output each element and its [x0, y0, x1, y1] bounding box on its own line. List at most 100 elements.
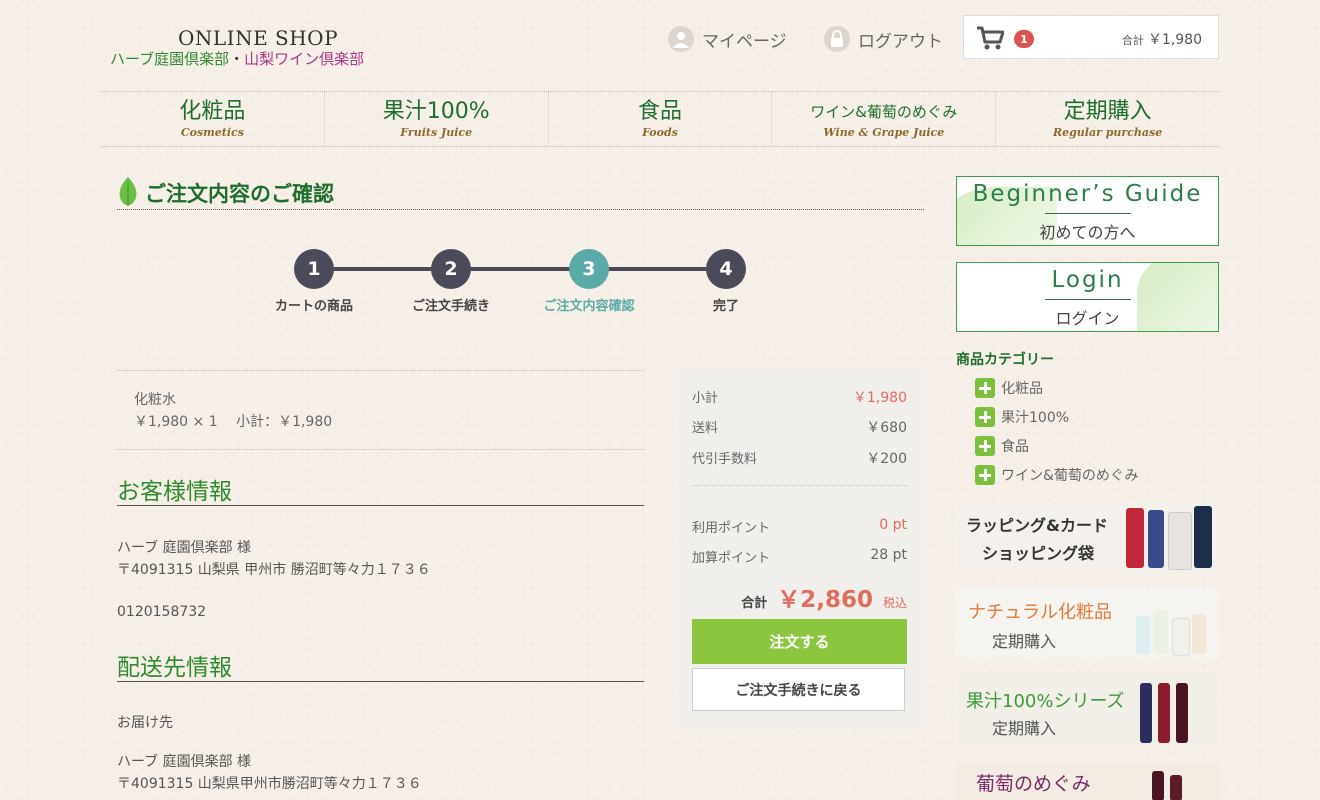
nav-regular-purchase[interactable]: 定期購入 Regular purchase: [996, 92, 1219, 146]
wrapping-banner[interactable]: ラッピング&カード ショッピング袋: [956, 502, 1218, 572]
juice-banner-line1: 果汁100%シリーズ: [966, 691, 1125, 712]
logout-link[interactable]: ログアウト: [824, 24, 943, 54]
category-label: 化粧品: [1001, 381, 1043, 397]
used-points-label: 利用ポイント: [692, 521, 771, 536]
login-banner[interactable]: Login ログイン: [956, 262, 1219, 332]
cart-total-label: 合計: [1121, 34, 1144, 47]
order-summary: 小計 ￥1,980 送料 ￥680 代引手数料 ￥200 利用ポイント 0 pt 加算ポ…: [676, 370, 922, 730]
cod-fee-value: ￥200: [866, 451, 907, 467]
wrapping-banner-line1: ラッピング&カード: [966, 516, 1108, 535]
step-2-label: ご注文手続き: [411, 299, 490, 314]
delivery-title-text: 配送先情報: [117, 655, 232, 681]
nav-sublabel: Foods: [642, 126, 678, 139]
step-3-circle: 3: [569, 249, 609, 289]
back-to-checkout-button[interactable]: ご注文手続きに戻る: [692, 668, 905, 711]
shop-title[interactable]: ONLINE SHOP: [178, 26, 338, 50]
total-label: 合計: [741, 596, 768, 611]
gift-box-white: [1168, 512, 1192, 570]
nav-sublabel: Regular purchase: [1052, 126, 1163, 139]
cart-total: 合計 ￥1,980: [1122, 29, 1202, 49]
user-icon: [668, 26, 694, 52]
cosmetics-bottle: [1172, 618, 1190, 656]
step-1-circle: 1: [294, 249, 334, 289]
total-row: 合計 ￥2,860 税込: [692, 580, 907, 614]
customer-section-title: お客様情報: [117, 472, 644, 506]
brand-wine: 山梨ワイン倶楽部: [244, 50, 365, 68]
mypage-link[interactable]: マイページ: [668, 24, 787, 54]
brand-separator: ・: [229, 50, 245, 68]
delivery-address: 〒4091315 山梨県甲州市勝沼町等々力１７３６: [117, 776, 422, 792]
order-item: 化粧水 ￥1,980 × 1 小計：￥1,980: [117, 370, 644, 450]
nav-sublabel: Wine & Grape Juice: [823, 126, 945, 139]
nav-label: ワイン&葡萄のめぐみ: [810, 103, 958, 121]
category-wine-grape[interactable]: ワイン&葡萄のめぐみ: [975, 464, 1138, 486]
item-name: 化粧水: [134, 392, 176, 408]
plus-icon: [975, 436, 995, 456]
wine-bottle: [1152, 771, 1164, 800]
cosmetics-banner-line2: 定期購入: [992, 632, 1057, 651]
main-nav: 化粧品 Cosmetics 果汁100% Fruits Juice 食品 Foods …: [101, 91, 1219, 147]
gift-box-blue: [1148, 510, 1164, 568]
lock-icon: [824, 26, 850, 52]
cosmetics-bottle: [1154, 610, 1168, 654]
stepper-line: [314, 267, 726, 271]
page-title: ご注文内容のご確認: [117, 176, 924, 210]
step-3-label: ご注文内容確認: [543, 299, 635, 314]
step-4-label: 完了: [712, 299, 739, 314]
shipping-row: 送料 ￥680: [692, 417, 907, 437]
nav-label: 果汁100%: [382, 99, 490, 124]
customer-address: 〒4091315 山梨県 甲州市 勝沼町等々力１７３６: [117, 562, 431, 578]
delivery-section-title: 配送先情報: [117, 648, 644, 682]
step-2-circle: 2: [431, 249, 471, 289]
natural-cosmetics-banner[interactable]: ナチュラル化粧品 定期購入: [956, 588, 1218, 658]
category-cosmetics[interactable]: 化粧品: [975, 377, 1043, 399]
shop-brand-names[interactable]: ハーブ庭園倶楽部・山梨ワイン倶楽部: [110, 48, 364, 69]
login-title-en: Login: [1051, 267, 1124, 293]
cod-fee-label: 代引手数料: [692, 452, 758, 467]
category-fruits-juice[interactable]: 果汁100%: [975, 406, 1069, 428]
place-order-button[interactable]: 注文する: [692, 619, 907, 664]
juice-bottle: [1140, 683, 1152, 743]
wine-bottle: [1170, 775, 1182, 800]
plus-icon: [975, 407, 995, 427]
logout-label: ログアウト: [858, 31, 943, 52]
nav-fruits-juice[interactable]: 果汁100% Fruits Juice: [325, 92, 549, 146]
juice-series-banner[interactable]: 果汁100%シリーズ 定期購入: [956, 675, 1218, 745]
gift-box-red: [1126, 508, 1144, 568]
used-points-row: 利用ポイント 0 pt: [692, 517, 907, 536]
customer-title-text: お客様情報: [117, 479, 232, 505]
nav-foods[interactable]: 食品 Foods: [549, 92, 773, 146]
category-label: 果汁100%: [1001, 410, 1070, 426]
gift-box-navy: [1194, 506, 1212, 568]
plus-icon: [975, 378, 995, 398]
category-label: 食品: [1001, 439, 1029, 455]
guide-title-en: Beginner’s Guide: [972, 181, 1203, 207]
shipping-value: ￥680: [866, 420, 907, 436]
category-foods[interactable]: 食品: [975, 435, 1029, 457]
cart-count-badge: 1: [1014, 30, 1034, 48]
nav-label: 化粧品: [179, 99, 246, 124]
cosmetics-bottle: [1192, 614, 1206, 654]
beginners-guide-banner[interactable]: Beginner’s Guide 初めての方へ: [956, 176, 1219, 246]
step-1-label: カートの商品: [274, 299, 353, 314]
subtotal-label: 小計: [692, 391, 719, 406]
grape-banner[interactable]: 葡萄のめぐみ: [956, 761, 1218, 800]
customer-phone: 0120158732: [117, 604, 207, 620]
cosmetics-bottle: [1136, 616, 1150, 654]
nav-wine-grape[interactable]: ワイン&葡萄のめぐみ Wine & Grape Juice: [772, 92, 997, 146]
used-points-value: 0 pt: [879, 517, 907, 533]
login-title-jp: ログイン: [1055, 309, 1120, 328]
nav-cosmetics[interactable]: 化粧品 Cosmetics: [101, 92, 325, 146]
subtotal-row: 小計 ￥1,980: [692, 387, 907, 407]
added-points-value: 28 pt: [870, 547, 907, 563]
delivery-label: お届け先: [117, 715, 173, 731]
cart-summary-button[interactable]: 1 合計 ￥1,980: [963, 15, 1219, 59]
page-title-text: ご注文内容のご確認: [145, 182, 334, 206]
added-points-label: 加算ポイント: [692, 551, 771, 566]
plus-icon: [975, 465, 995, 485]
nav-sublabel: Fruits Juice: [400, 126, 473, 139]
tax-note: 税込: [882, 596, 907, 610]
leaf-icon: [117, 176, 139, 212]
cart-total-value: ￥1,980: [1147, 32, 1202, 48]
wrapping-banner-line2: ショッピング袋: [982, 544, 1095, 563]
